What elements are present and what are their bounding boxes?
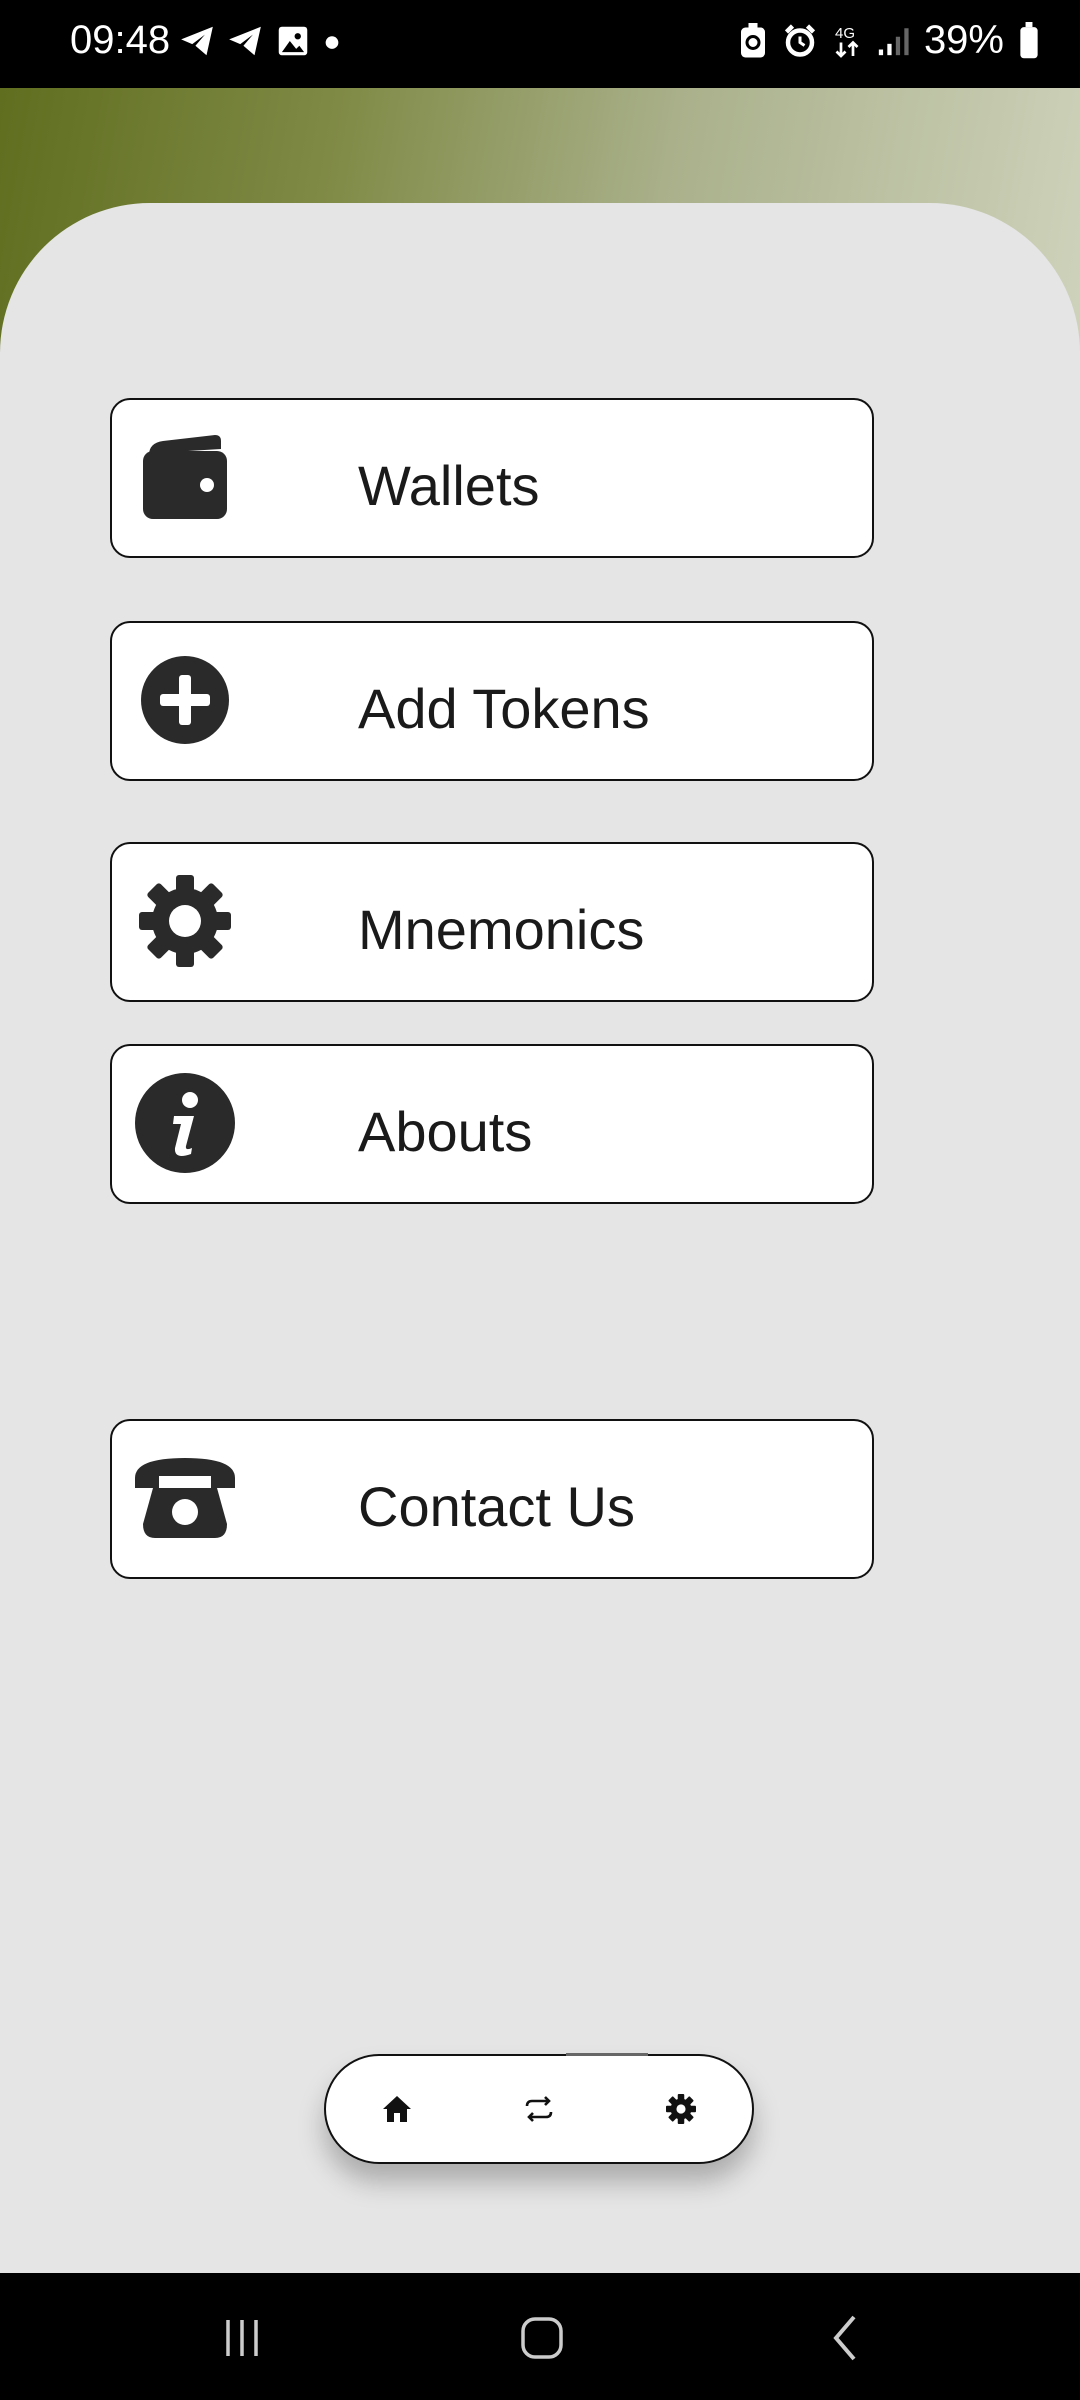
home-button[interactable] [502, 2303, 582, 2373]
settings-icon[interactable] [656, 2084, 706, 2134]
abouts-label: Abouts [358, 1099, 533, 1163]
contact-us-button[interactable]: Contact Us [110, 1419, 874, 1579]
info-icon [130, 1068, 240, 1178]
signal-icon [878, 27, 909, 55]
notification-icons [178, 22, 342, 60]
phone-icon [130, 1443, 240, 1553]
battery-saver-icon [740, 22, 765, 57]
add-tokens-label: Add Tokens [358, 676, 650, 740]
wallets-button[interactable]: Wallets [110, 398, 874, 558]
telegram-icon [181, 26, 213, 56]
telegram-icon [229, 26, 261, 56]
recents-button[interactable] [202, 2303, 282, 2373]
active-tab-indicator [566, 2053, 648, 2056]
network-4g-icon: 4G [835, 25, 859, 58]
mnemonics-button[interactable]: Mnemonics [110, 842, 874, 1002]
wallet-icon [130, 422, 240, 532]
bottom-nav [324, 2053, 754, 2164]
back-button[interactable] [806, 2303, 886, 2373]
abouts-button[interactable]: Abouts [110, 1044, 874, 1204]
battery-icon [1020, 21, 1038, 58]
status-time: 09:48 [70, 18, 171, 62]
status-bar: 09:48 4G 39% [0, 0, 1080, 88]
system-nav-bar [0, 2273, 1080, 2400]
contact-us-label: Contact Us [358, 1474, 635, 1538]
mnemonics-label: Mnemonics [358, 897, 645, 961]
battery-percent: 39% [923, 18, 1004, 62]
swap-icon[interactable] [514, 2084, 564, 2134]
add-tokens-button[interactable]: Add Tokens [110, 621, 874, 781]
plus-circle-icon [130, 645, 240, 755]
home-icon[interactable] [372, 2084, 422, 2134]
svg-text:4G: 4G [835, 25, 855, 42]
alarm-icon [784, 23, 816, 57]
gear-icon [130, 866, 240, 976]
wallets-label: Wallets [358, 453, 540, 517]
gallery-icon [278, 26, 308, 56]
dot-icon [325, 36, 339, 49]
status-right: 4G 39% [738, 18, 1040, 63]
